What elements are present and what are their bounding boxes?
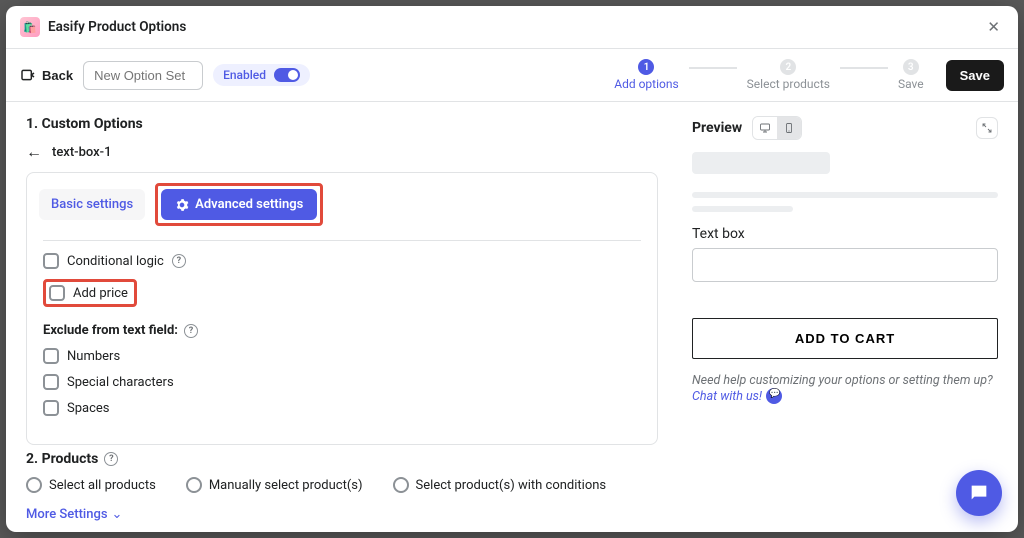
conditional-logic-checkbox[interactable] xyxy=(43,253,59,269)
skeleton-line xyxy=(692,192,998,198)
exclude-spaces-checkbox[interactable] xyxy=(43,400,59,416)
exclude-numbers-checkbox[interactable] xyxy=(43,348,59,364)
conditional-logic-row: Conditional logic ? xyxy=(43,253,641,269)
close-icon[interactable]: ✕ xyxy=(983,14,1004,40)
chat-icon xyxy=(968,482,990,504)
add-price-label: Add price xyxy=(73,286,128,301)
chat-with-us-link[interactable]: Chat with us! xyxy=(692,388,782,404)
step-connector xyxy=(840,67,888,69)
tab-basic-settings[interactable]: Basic settings xyxy=(39,189,145,220)
option-breadcrumb[interactable]: ← text-box-1 xyxy=(26,142,658,162)
radio-manual-label: Manually select product(s) xyxy=(209,478,363,493)
option-set-name-input[interactable] xyxy=(83,61,203,90)
preview-help-text: Need help customizing your options or se… xyxy=(692,373,998,404)
radio-select-all[interactable]: Select all products xyxy=(26,477,156,493)
progress-steps: 1 Add options 2 Select products 3 Save xyxy=(614,59,923,91)
skeleton-line xyxy=(692,206,793,212)
enabled-pill[interactable]: Enabled xyxy=(213,64,310,86)
left-pane: 1. Custom Options ← text-box-1 Basic set… xyxy=(6,102,678,532)
step-add-options[interactable]: 1 Add options xyxy=(614,59,678,91)
info-icon[interactable]: ? xyxy=(104,452,118,466)
step-label: Select products xyxy=(747,77,830,91)
mobile-icon xyxy=(783,122,795,134)
step-connector xyxy=(689,67,737,69)
save-button[interactable]: Save xyxy=(946,60,1004,91)
device-mobile-button[interactable] xyxy=(777,117,801,139)
chat-bubble-icon xyxy=(766,388,782,404)
radio-conditions-label: Select product(s) with conditions xyxy=(416,478,607,493)
exclude-spaces-row: Spaces xyxy=(43,400,641,416)
skeleton-title xyxy=(692,152,830,174)
preview-textbox-label: Text box xyxy=(692,226,998,242)
back-button[interactable]: Back xyxy=(20,67,73,83)
step-label: Save xyxy=(898,77,924,91)
option-name: text-box-1 xyxy=(52,145,111,160)
preview-textbox-input[interactable] xyxy=(692,248,998,282)
option-settings-card: Basic settings Advanced settings Conditi… xyxy=(26,172,658,445)
products-heading: 2. Products ? xyxy=(26,451,658,467)
custom-options-heading: 1. Custom Options xyxy=(26,116,658,132)
exclude-spaces-label: Spaces xyxy=(67,401,110,416)
exclude-special-row: Special characters xyxy=(43,374,641,390)
add-to-cart-button[interactable]: ADD TO CART xyxy=(692,318,998,359)
conditional-logic-label: Conditional logic xyxy=(67,254,164,269)
exclude-heading: Exclude from text field: ? xyxy=(43,323,641,338)
expand-icon xyxy=(981,122,993,134)
enabled-toggle[interactable] xyxy=(274,68,300,82)
preview-title: Preview xyxy=(692,120,742,136)
titlebar: 🛍️ Easify Product Options ✕ xyxy=(6,6,1018,49)
enabled-label: Enabled xyxy=(223,68,266,82)
exclude-special-checkbox[interactable] xyxy=(43,374,59,390)
expand-preview-button[interactable] xyxy=(976,117,998,139)
chat-fab-button[interactable] xyxy=(956,470,1002,516)
highlight-box-advanced: Advanced settings xyxy=(155,183,323,226)
highlight-box-add-price: Add price xyxy=(43,279,137,307)
info-icon[interactable]: ? xyxy=(184,324,198,338)
chevron-down-icon: ⌄ xyxy=(112,507,123,522)
step-save[interactable]: 3 Save xyxy=(898,59,924,91)
radio-select-all-input[interactable] xyxy=(26,477,42,493)
tab-advanced-label: Advanced settings xyxy=(195,197,303,212)
radio-conditions-input[interactable] xyxy=(393,477,409,493)
radio-manual[interactable]: Manually select product(s) xyxy=(186,477,363,493)
app-title: Easify Product Options xyxy=(48,19,186,35)
tab-advanced-settings[interactable]: Advanced settings xyxy=(161,189,317,220)
monitor-icon xyxy=(759,122,771,134)
preview-pane: Preview Text box xyxy=(678,102,1018,532)
back-label: Back xyxy=(42,68,73,83)
device-desktop-button[interactable] xyxy=(753,117,777,139)
exclude-numbers-row: Numbers xyxy=(43,348,641,364)
add-price-checkbox[interactable] xyxy=(49,285,65,301)
device-toggle xyxy=(752,116,802,140)
more-settings-link[interactable]: More Settings ⌄ xyxy=(26,507,658,522)
products-section: 2. Products ? Select all products Manual… xyxy=(26,451,658,522)
radio-select-all-label: Select all products xyxy=(49,478,156,493)
exclude-special-label: Special characters xyxy=(67,375,174,390)
step-select-products[interactable]: 2 Select products xyxy=(747,59,830,91)
radio-manual-input[interactable] xyxy=(186,477,202,493)
back-icon xyxy=(20,67,36,83)
info-icon[interactable]: ? xyxy=(172,254,186,268)
headerbar: Back Enabled 1 Add options 2 Select prod… xyxy=(6,49,1018,102)
step-label: Add options xyxy=(614,77,678,91)
app-logo-icon: 🛍️ xyxy=(20,17,40,37)
arrow-left-icon[interactable]: ← xyxy=(26,142,42,162)
divider xyxy=(43,240,641,241)
exclude-numbers-label: Numbers xyxy=(67,349,120,364)
gear-icon xyxy=(175,198,189,212)
radio-conditions[interactable]: Select product(s) with conditions xyxy=(393,477,607,493)
